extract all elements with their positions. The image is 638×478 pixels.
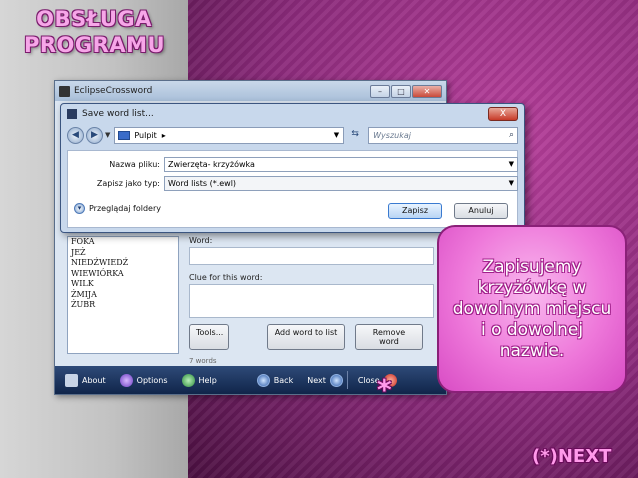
next-slide-link[interactable]: (*)NEXT <box>532 446 611 467</box>
app-titlebar: EclipseCrossword – □ ✕ <box>55 81 446 101</box>
app-title: EclipseCrossword <box>74 86 153 96</box>
word-list[interactable]: FOKA JEŻ NIEDŹWIEDŹ WIEWIÓRKA WILK ŻMIJA… <box>67 236 179 354</box>
cancel-button[interactable]: Anuluj <box>454 203 508 219</box>
word-label: Word: <box>189 236 213 245</box>
search-icon[interactable]: ⌕ <box>509 130 514 140</box>
options-icon <box>119 373 133 387</box>
chevron-down-icon: ▾ <box>74 203 85 214</box>
browse-folders-toggle[interactable]: ▾ Przeglądaj foldery <box>74 203 161 214</box>
back-nav-icon[interactable]: ◀ <box>67 126 84 144</box>
callout-text: Zapisujemy krzyżówkę w dowolnym miejscu … <box>452 256 612 361</box>
list-item[interactable]: ŻUBR <box>71 300 175 311</box>
list-item[interactable]: JEŻ <box>71 248 175 259</box>
list-item[interactable]: FOKA <box>71 237 175 248</box>
refresh-icon[interactable]: ⇆ <box>346 127 364 144</box>
save-type-value: Word lists (*.ewl) <box>168 179 237 188</box>
file-name-input[interactable]: Zwierzęta- krzyżówka ▼ <box>164 157 518 172</box>
dialog-close-icon[interactable]: X <box>488 107 518 121</box>
slide-title: OBSŁUGA PROGRAMU <box>24 6 166 58</box>
list-item[interactable]: ŻMIJA <box>71 290 175 301</box>
words-count: 7 words <box>189 357 217 365</box>
save-type-label: Zapisz jako typ: <box>96 179 160 188</box>
save-word-list-dialog: Save word list... X ◀ ▶ ▼ Pulpit ▸ ▼ ⇆ W… <box>60 103 525 233</box>
list-item[interactable]: WILK <box>71 279 175 290</box>
word-input[interactable] <box>189 247 434 265</box>
options-label: Options <box>136 375 168 385</box>
close-window-icon[interactable]: ✕ <box>412 84 442 98</box>
path-arrow-icon[interactable]: ▸ <box>162 131 166 140</box>
back-button[interactable]: Back <box>256 373 294 387</box>
save-button[interactable]: Zapisz <box>388 203 442 219</box>
window-controls: – □ ✕ <box>370 84 442 98</box>
location-path[interactable]: Pulpit ▸ ▼ <box>114 126 345 144</box>
toolbar-separator <box>346 371 348 389</box>
dialog-title: Save word list... <box>82 109 154 119</box>
help-button[interactable]: Help <box>181 373 217 387</box>
maximize-icon[interactable]: □ <box>391 84 411 98</box>
help-label: Help <box>198 375 217 385</box>
slide-title-line1: OBSŁUGA <box>36 7 152 31</box>
desktop-folder-icon <box>118 130 131 140</box>
history-dropdown-icon[interactable]: ▼ <box>105 131 110 139</box>
back-arrow-icon <box>256 373 270 387</box>
search-input[interactable]: Wyszukaj ⌕ <box>368 126 518 144</box>
callout-box: Zapisujemy krzyżówkę w dowolnym miejscu … <box>437 225 627 393</box>
clue-label: Clue for this word: <box>189 273 263 282</box>
file-name-value: Zwierzęta- krzyżówka <box>168 160 255 169</box>
remove-word-button[interactable]: Remove word <box>355 324 423 350</box>
app-icon <box>59 85 70 97</box>
file-name-row: Nazwa pliku: Zwierzęta- krzyżówka ▼ <box>68 157 518 172</box>
next-label: Next <box>307 375 326 385</box>
tools-button[interactable]: Tools... <box>189 324 229 350</box>
browse-folders-label: Przeglądaj foldery <box>89 204 161 213</box>
chevron-down-icon[interactable]: ▼ <box>509 179 514 187</box>
path-dropdown-icon[interactable]: ▼ <box>334 131 343 139</box>
dialog-icon <box>67 109 77 119</box>
location-label: Pulpit <box>134 130 157 140</box>
slide-title-line2: PROGRAMU <box>24 33 166 57</box>
file-name-label: Nazwa pliku: <box>109 160 160 169</box>
add-word-button[interactable]: Add word to list <box>267 324 345 350</box>
back-label: Back <box>273 375 294 385</box>
dialog-form: Nazwa pliku: Zwierzęta- krzyżówka ▼ Zapi… <box>67 150 518 228</box>
about-icon <box>65 373 78 387</box>
word-edit-panel: Word: Clue for this word: Tools... Add w… <box>189 236 439 365</box>
about-button[interactable]: About <box>65 373 106 387</box>
dialog-navbar: ◀ ▶ ▼ Pulpit ▸ ▼ ⇆ Wyszukaj ⌕ <box>61 124 524 146</box>
forward-nav-icon[interactable]: ▶ <box>85 126 103 144</box>
save-type-select[interactable]: Word lists (*.ewl) ▼ <box>164 176 518 191</box>
word-actions: Tools... Add word to list Remove word <box>189 324 439 350</box>
options-button[interactable]: Options <box>119 373 168 387</box>
about-label: About <box>82 375 106 385</box>
list-item[interactable]: WIEWIÓRKA <box>71 269 175 280</box>
next-arrow-icon <box>329 373 343 387</box>
search-placeholder: Wyszukaj <box>373 130 411 140</box>
clue-input[interactable] <box>189 284 434 318</box>
dialog-titlebar: Save word list... X <box>61 104 524 124</box>
save-type-row: Zapisz jako typ: Word lists (*.ewl) ▼ <box>68 176 518 191</box>
chevron-down-icon[interactable]: ▼ <box>509 160 514 168</box>
help-icon <box>181 373 195 387</box>
star-marker: * <box>377 373 392 406</box>
list-item[interactable]: NIEDŹWIEDŹ <box>71 258 175 269</box>
next-button[interactable]: Next <box>307 373 343 387</box>
minimize-icon[interactable]: – <box>370 84 390 98</box>
